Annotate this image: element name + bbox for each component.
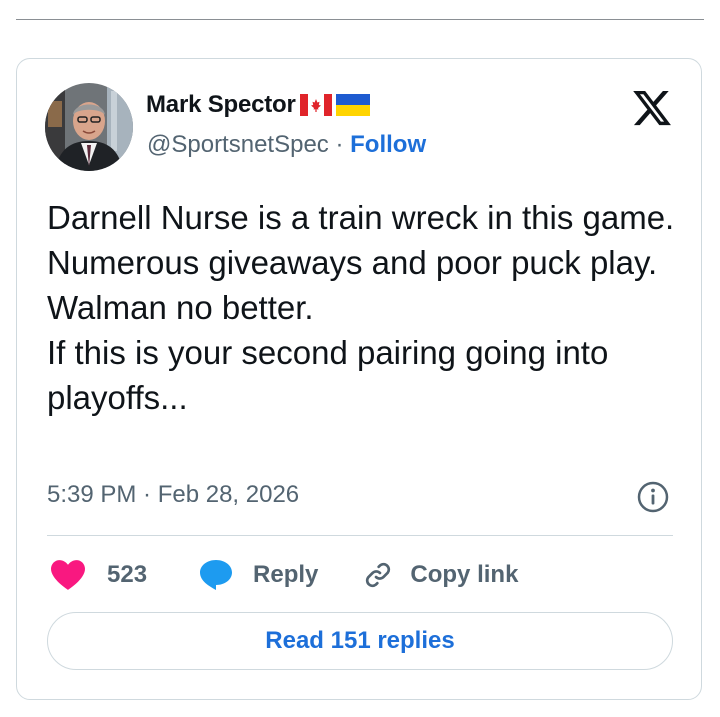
- info-icon[interactable]: [637, 481, 669, 513]
- author-handle-row: @SportsnetSpec · Follow: [147, 131, 426, 159]
- read-replies-button[interactable]: Read 151 replies: [47, 612, 673, 670]
- tweet-timestamp[interactable]: 5:39 PM · Feb 28, 2026: [47, 481, 299, 509]
- copy-link-button[interactable]: Copy link: [362, 559, 518, 591]
- x-logo-icon[interactable]: [631, 87, 673, 129]
- reply-label: Reply: [253, 561, 319, 588]
- canada-flag-icon: [299, 94, 332, 116]
- author-handle[interactable]: @SportsnetSpec: [147, 131, 329, 158]
- top-divider: [16, 19, 704, 20]
- action-bar: 523 Reply Copy link: [51, 555, 518, 595]
- like-button[interactable]: 523: [51, 560, 147, 590]
- tweet-text: Darnell Nurse is a train wreck in this g…: [47, 199, 675, 416]
- handle-separator: ·: [328, 131, 351, 158]
- reply-bubble-icon: [200, 560, 233, 590]
- author-name[interactable]: Mark Spector: [146, 91, 296, 119]
- tweet-card: Mark Spector @SportsnetSpec · Follow Dar…: [16, 58, 702, 700]
- copy-link-label: Copy link: [410, 561, 519, 588]
- link-icon: [366, 562, 391, 588]
- like-count: 523: [107, 561, 148, 588]
- ukraine-flag-icon: [335, 94, 370, 116]
- follow-button[interactable]: Follow: [350, 131, 426, 158]
- author-name-row: Mark Spector: [146, 91, 370, 119]
- actions-divider: [47, 535, 673, 536]
- reply-button[interactable]: Reply: [199, 559, 318, 591]
- heart-icon: [51, 560, 85, 590]
- avatar[interactable]: [45, 83, 133, 171]
